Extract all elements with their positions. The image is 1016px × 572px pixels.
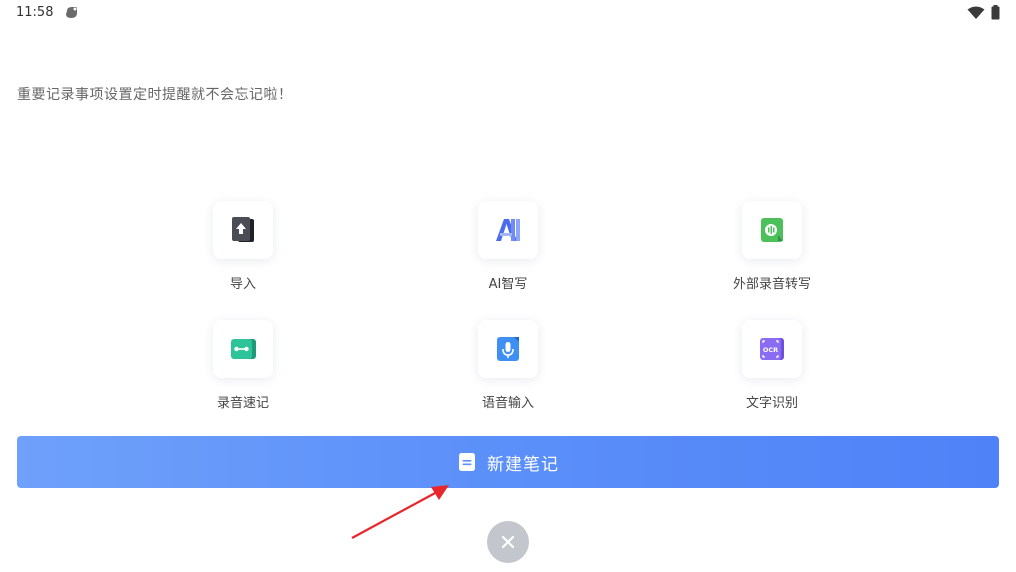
app-notification-icon (66, 7, 77, 18)
tool-label: 录音速记 (216, 396, 269, 411)
ocr-icon: OCR (760, 338, 784, 360)
audio-transcribe-icon (761, 218, 783, 242)
tool-quick-record-button[interactable]: 录音速记 (163, 320, 323, 420)
new-note-label: 新建笔记 (487, 454, 559, 475)
note-icon (459, 453, 475, 471)
tool-ocr-button[interactable]: OCR 文字识别 (692, 320, 852, 420)
tool-voice-input-button[interactable]: 语音输入 (428, 320, 588, 420)
tool-import-button[interactable]: 导入 (163, 201, 323, 301)
tool-card (742, 201, 802, 259)
tool-card: OCR (742, 320, 802, 378)
close-button[interactable] (487, 521, 529, 563)
tool-card (213, 320, 273, 378)
close-icon (501, 535, 515, 549)
tool-label: 导入 (229, 277, 256, 292)
tool-card (478, 201, 538, 259)
svg-text:OCR: OCR (763, 346, 778, 354)
tool-ai-write-button[interactable]: AI智写 (428, 201, 588, 301)
status-bar: 11:58 (0, 0, 1016, 26)
tool-label: AI智写 (488, 277, 528, 292)
tool-label: 外部录音转写 (732, 277, 811, 292)
wifi-icon (967, 6, 985, 19)
tool-card (213, 201, 273, 259)
import-icon (232, 217, 254, 242)
new-note-button[interactable]: 新建笔记 (17, 436, 999, 488)
tool-card (478, 320, 538, 378)
reminder-hint-text: 重要记录事项设置定时提醒就不会忘记啦！ (17, 87, 293, 103)
battery-icon (991, 5, 1000, 20)
recording-icon (231, 339, 256, 359)
annotation-arrow-icon (351, 485, 449, 539)
status-time: 11:58 (16, 5, 54, 20)
tool-external-transcribe-button[interactable]: 外部录音转写 (692, 201, 852, 301)
tool-label: 语音输入 (481, 396, 534, 411)
tool-label: 文字识别 (745, 396, 798, 411)
ai-write-icon (496, 219, 520, 241)
microphone-icon (497, 337, 519, 361)
